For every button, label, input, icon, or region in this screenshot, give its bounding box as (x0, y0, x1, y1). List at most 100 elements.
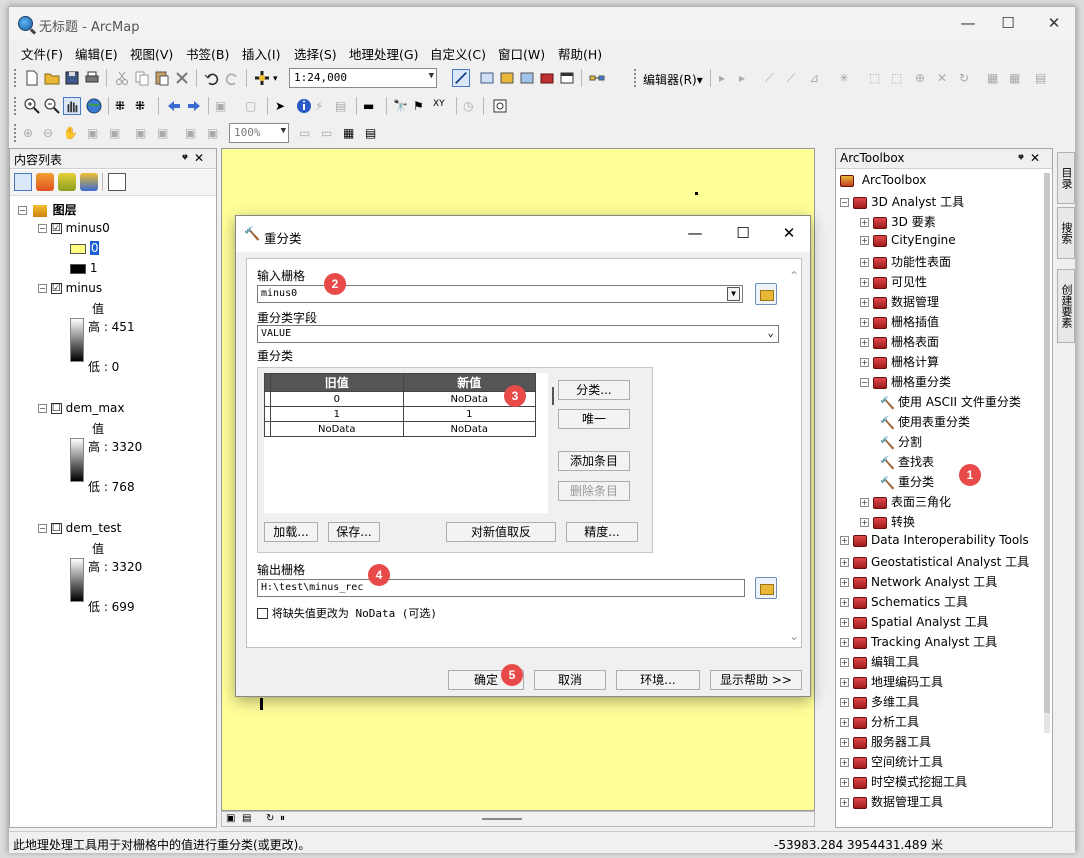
toolbox-item[interactable]: + 数据管理 (860, 293, 939, 310)
full-extent-icon[interactable] (85, 97, 103, 115)
search-window-icon[interactable] (518, 69, 536, 87)
add-data-icon[interactable] (253, 69, 271, 87)
add-data-dropdown-icon[interactable]: ▾ (273, 74, 278, 84)
expand-icon[interactable]: + (860, 318, 869, 327)
rotate-icon[interactable]: ↻ (959, 71, 969, 85)
add-entry-button[interactable]: 添加条目 (558, 451, 630, 471)
find-icon[interactable]: 🔭 (393, 99, 408, 113)
toolbox-item[interactable]: 🔨 查找表 (880, 453, 934, 470)
toc-layers-root[interactable]: − 图层 (18, 201, 77, 218)
toggle-draft-mode-icon[interactable]: ▭ (299, 126, 310, 140)
zoom-whole-page-icon[interactable]: ▣ (87, 126, 98, 140)
expand-icon[interactable]: + (860, 498, 869, 507)
toolbox-item[interactable]: + Data Interoperability Tools (840, 533, 1029, 547)
dialog-scroll-down-icon[interactable]: ⌄ (789, 629, 799, 643)
expand-icon[interactable]: + (840, 638, 849, 647)
save-button[interactable]: 保存... (328, 522, 380, 542)
identify-icon[interactable] (295, 97, 313, 115)
clear-selection-icon[interactable]: ▢ (245, 99, 256, 113)
menu-customize[interactable]: 自定义(C) (430, 44, 486, 63)
dialog-close-button[interactable]: ✕ (776, 224, 802, 242)
edit-tool-icon[interactable]: ▸ (719, 71, 725, 85)
toolbox-item[interactable]: + 数据管理工具 (840, 793, 943, 810)
layer-visibility-checkbox[interactable]: ☑ (50, 283, 62, 294)
toolbox-item[interactable]: + 栅格表面 (860, 333, 939, 350)
zoom-out-icon[interactable] (43, 97, 61, 115)
menu-help[interactable]: 帮助(H) (558, 44, 602, 63)
layer-visibility-checkbox[interactable]: ☑ (50, 223, 62, 234)
expand-icon[interactable]: + (840, 718, 849, 727)
menu-edit[interactable]: 编辑(E) (75, 44, 118, 63)
new-value-cell[interactable]: 1 (402, 406, 536, 422)
toolbox-item[interactable]: 🔨 使用 ASCII 文件重分类 (880, 393, 1021, 410)
output-raster-field[interactable]: H:\test\minus_rec (257, 579, 745, 597)
layout-pan-icon[interactable]: ✋ (63, 126, 78, 140)
catalog-side-tab[interactable]: 目录 (1057, 152, 1075, 204)
toolbox-item[interactable]: 🔨 重分类 (880, 473, 934, 490)
toolbox-item[interactable]: + 分析工具 (840, 713, 919, 730)
expand-icon[interactable]: + (860, 236, 869, 245)
old-value-cell[interactable]: 1 (270, 406, 404, 422)
toolbox-item[interactable]: − 3D Analyst 工具 (840, 193, 964, 210)
select-elements-icon[interactable]: ➤ (275, 99, 285, 113)
data-driven-pages-icon[interactable]: ▤ (365, 126, 376, 140)
toolbox-item[interactable]: + 编辑工具 (840, 653, 919, 670)
attributes-icon[interactable]: ▦ (987, 71, 998, 85)
create-features-icon[interactable]: ▤ (1035, 71, 1046, 85)
toolbox-item[interactable]: + 服务器工具 (840, 733, 931, 750)
legend-class-1[interactable]: 1 (70, 261, 97, 275)
expand-icon[interactable]: + (840, 798, 849, 807)
expand-icon[interactable]: + (860, 358, 869, 367)
fixed-zoom-in-layout-icon[interactable]: ▣ (135, 126, 146, 140)
expand-icon[interactable]: + (860, 338, 869, 347)
chevron-down-icon[interactable]: ▼ (727, 287, 740, 301)
toolbox-item[interactable]: + Network Analyst 工具 (840, 573, 997, 590)
cut-polygons-icon[interactable]: ⊕ (915, 71, 925, 85)
reclass-field-select[interactable]: VALUE ⌄ (257, 325, 779, 343)
toolbox-item[interactable]: + 多维工具 (840, 693, 919, 710)
list-by-selection-icon[interactable] (80, 173, 98, 191)
toolbox-item[interactable]: + 地理编码工具 (840, 673, 943, 690)
catalog-window-icon[interactable] (498, 69, 516, 87)
pan-hand-icon[interactable] (63, 97, 81, 115)
expand-icon[interactable]: + (840, 536, 849, 545)
edit-annotation-icon[interactable]: ▸ (739, 71, 745, 85)
paste-icon[interactable] (153, 69, 171, 87)
layout-zoom-out-icon[interactable]: ⊖ (43, 126, 53, 140)
focus-data-frame-icon[interactable]: ▭ (321, 126, 332, 140)
search-side-tab[interactable]: 搜索 (1057, 207, 1075, 259)
find-route-icon[interactable]: ⚑ (413, 99, 424, 113)
time-slider-icon[interactable]: ◷ (463, 99, 473, 113)
minimize-button[interactable]: — (953, 13, 983, 33)
old-value-cell[interactable]: 0 (270, 391, 404, 407)
list-by-source-icon[interactable] (36, 173, 54, 191)
select-by-graphics-icon[interactable]: ▣ (215, 99, 226, 113)
zoom-in-icon[interactable] (23, 97, 41, 115)
toolbox-item[interactable]: + 转换 (860, 513, 915, 530)
toc-layer-dem-max[interactable]: − ☐ dem_max (38, 401, 125, 415)
editor-menu[interactable]: 编辑器(R)▾ (643, 71, 703, 88)
cut-icon[interactable] (113, 69, 131, 87)
delete-icon[interactable] (173, 69, 191, 87)
arctoolbox-icon[interactable] (538, 69, 556, 87)
menu-view[interactable]: 视图(V) (130, 44, 173, 63)
legend-class-label[interactable]: 0 (89, 241, 100, 255)
toolbox-item[interactable]: + 空间统计工具 (840, 753, 943, 770)
toc-layer-dem-test[interactable]: − ☐ dem_test (38, 521, 121, 535)
menu-insert[interactable]: 插入(I) (242, 44, 280, 63)
arccatalog-icon[interactable] (478, 69, 496, 87)
expand-icon[interactable]: + (860, 298, 869, 307)
menu-windows[interactable]: 窗口(W) (498, 44, 545, 63)
layout-view-icon[interactable]: ▤ (242, 813, 251, 824)
classify-button[interactable]: 分类... (558, 380, 630, 400)
precision-button[interactable]: 精度... (566, 522, 638, 542)
hyperlink-icon[interactable]: ⚡ (315, 99, 323, 113)
toolbox-item[interactable]: +3D 要素 (860, 213, 936, 230)
create-features-side-tab[interactable]: 创建要素 (1057, 269, 1075, 343)
end-point-arc-icon[interactable]: ⟋ (787, 71, 795, 86)
toolbox-item[interactable]: 🔨 分割 (880, 433, 922, 450)
toolbox-item[interactable]: − 栅格重分类 (860, 373, 951, 390)
menu-select[interactable]: 选择(S) (294, 44, 337, 63)
html-popup-icon[interactable]: ▤ (335, 99, 346, 113)
go-to-xy-icon[interactable]: XY (433, 99, 445, 109)
